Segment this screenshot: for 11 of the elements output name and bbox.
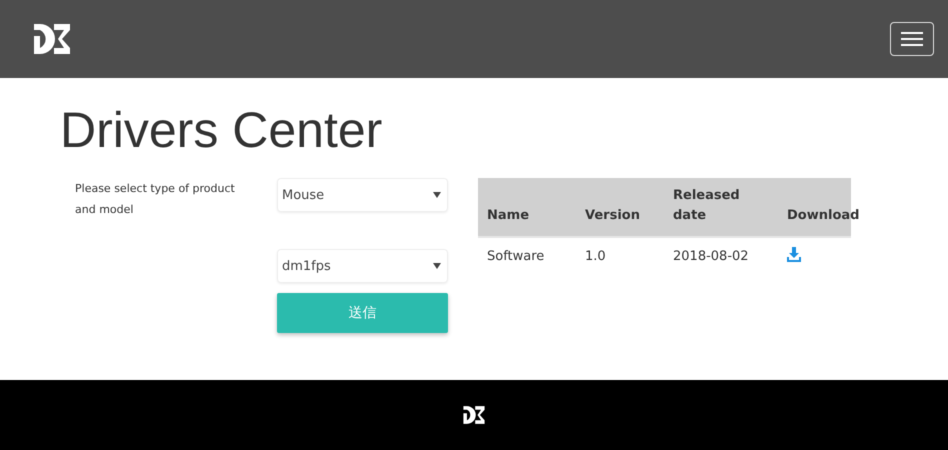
table-cell: 1.0 [585, 249, 606, 264]
dropdown[interactable]: Mouse [277, 178, 448, 212]
table-cell: 2018-08-02 [673, 249, 749, 264]
column-header: Download [787, 208, 860, 223]
column-header: Released date [673, 188, 740, 223]
column-header: Version [585, 208, 640, 223]
page-title: Drivers Center [60, 102, 384, 158]
column-header: Name [487, 208, 530, 223]
form-label: Please select type of product and model [75, 181, 236, 218]
table-cell: Software [487, 249, 544, 264]
dropdown[interactable]: dm1fps [277, 249, 448, 283]
